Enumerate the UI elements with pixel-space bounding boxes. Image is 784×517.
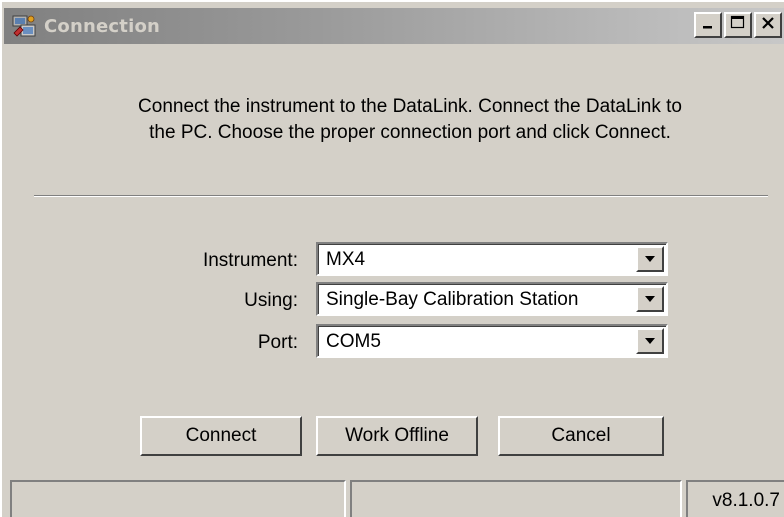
close-icon [761, 16, 775, 35]
title-bar[interactable]: Connection [4, 8, 784, 44]
instrument-select[interactable]: MX4 [316, 242, 668, 276]
separator-line [34, 195, 768, 197]
instrument-select-value: MX4 [326, 249, 366, 270]
chevron-down-icon [645, 338, 655, 344]
port-select[interactable]: COM5 [316, 324, 668, 358]
minimize-button[interactable] [694, 12, 722, 38]
port-label: Port: [257, 332, 298, 353]
instrument-label: Instrument: [202, 250, 298, 271]
minimize-icon [701, 16, 715, 35]
using-label: Using: [244, 290, 298, 311]
using-select[interactable]: Single-Bay Calibration Station [316, 282, 668, 316]
instructions-line-1: Connect the instrument to the DataLink. … [138, 96, 682, 117]
window-controls [694, 12, 782, 38]
using-select-value: Single-Bay Calibration Station [326, 289, 579, 310]
maximize-icon [730, 15, 746, 36]
status-panel-1 [10, 480, 346, 517]
version-label: v8.1.0.7 [686, 480, 784, 517]
chevron-down-icon [645, 296, 655, 302]
connection-app-icon[interactable] [10, 12, 38, 40]
instructions-text: Connect the instrument to the DataLink. … [80, 94, 740, 146]
window-title: Connection [44, 15, 161, 37]
connect-button[interactable]: Connect [140, 416, 302, 456]
status-panel-2 [350, 480, 682, 517]
work-offline-button[interactable]: Work Offline [316, 416, 478, 456]
instructions-line-2: the PC. Choose the proper connection por… [149, 122, 671, 143]
cancel-button[interactable]: Cancel [498, 416, 664, 456]
using-dropdown-button[interactable] [636, 286, 664, 312]
maximize-button[interactable] [724, 12, 752, 38]
chevron-down-icon [645, 256, 655, 262]
instrument-dropdown-button[interactable] [636, 246, 664, 272]
close-button[interactable] [754, 12, 782, 38]
port-select-value: COM5 [326, 331, 381, 352]
status-bar: v8.1.0.7 [6, 480, 784, 517]
port-dropdown-button[interactable] [636, 328, 664, 354]
connection-dialog: Connection Connect the instrument to the… [0, 0, 784, 517]
